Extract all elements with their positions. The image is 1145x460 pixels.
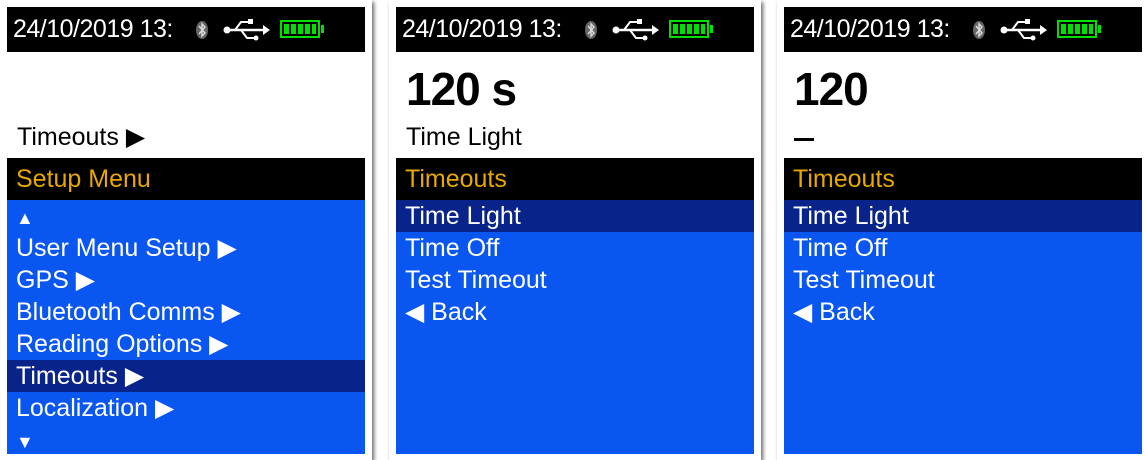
menu-title: Timeouts bbox=[396, 158, 754, 200]
usb-icon bbox=[612, 19, 659, 41]
device-screen-timeouts-edit: 24/10/2019 13: 120 Timeouts Time Light T… bbox=[777, 0, 1145, 460]
menu-item-time-light[interactable]: Time Light bbox=[396, 200, 754, 232]
menu-list: Time Light Time Off Test Timeout ◀ Back bbox=[396, 200, 754, 454]
menu-item-timeouts[interactable]: Timeouts ▶ bbox=[7, 360, 365, 392]
menu-item-time-light[interactable]: Time Light bbox=[784, 200, 1142, 232]
bluetooth-icon bbox=[585, 21, 597, 39]
value-display: Timeouts ▶ bbox=[7, 52, 365, 158]
status-bar: 24/10/2019 13: bbox=[784, 7, 1142, 52]
screen: 24/10/2019 13: 120 s Time Light Timeouts bbox=[396, 7, 754, 454]
status-bar: 24/10/2019 13: bbox=[396, 7, 754, 52]
menu-item-gps[interactable]: GPS ▶ bbox=[7, 264, 365, 296]
screen: 24/10/2019 13: Timeouts ▶ Setup Menu ▲ U… bbox=[7, 7, 365, 454]
device-screen-timeouts: 24/10/2019 13: 120 s Time Light Timeouts bbox=[389, 0, 761, 460]
datetime: 24/10/2019 13: bbox=[402, 15, 562, 43]
usb-icon bbox=[223, 19, 270, 41]
menu-item-test-timeout[interactable]: Test Timeout bbox=[396, 264, 754, 296]
scroll-down-icon[interactable]: ▼ bbox=[7, 424, 365, 454]
menu-list: Time Light Time Off Test Timeout ◀ Back bbox=[784, 200, 1142, 454]
display-value: 120 s bbox=[406, 63, 517, 115]
device-screen-setup-menu: 24/10/2019 13: Timeouts ▶ Setup Menu ▲ U… bbox=[0, 0, 372, 460]
menu-item-bluetooth-comms[interactable]: Bluetooth Comms ▶ bbox=[7, 296, 365, 328]
display-label: Timeouts ▶ bbox=[17, 123, 146, 151]
menu-item-user-menu-setup[interactable]: User Menu Setup ▶ bbox=[7, 232, 365, 264]
menu-item-reading-options[interactable]: Reading Options ▶ bbox=[7, 328, 365, 360]
battery-icon bbox=[1057, 20, 1101, 38]
value-display: 120 s Time Light bbox=[396, 52, 754, 158]
battery-icon bbox=[669, 20, 713, 38]
menu-list: ▲ User Menu Setup ▶ GPS ▶ Bluetooth Comm… bbox=[7, 200, 365, 454]
status-bar: 24/10/2019 13: bbox=[7, 7, 365, 52]
menu-item-time-off[interactable]: Time Off bbox=[396, 232, 754, 264]
bluetooth-icon bbox=[196, 21, 208, 39]
menu-item-localization[interactable]: Localization ▶ bbox=[7, 392, 365, 424]
scroll-up-icon[interactable]: ▲ bbox=[7, 200, 365, 232]
edit-cursor bbox=[794, 138, 814, 141]
menu-item-back[interactable]: ◀ Back bbox=[784, 296, 1142, 328]
usb-icon bbox=[1000, 19, 1047, 41]
value-display: 120 bbox=[784, 52, 1142, 158]
battery-icon bbox=[280, 20, 324, 38]
datetime: 24/10/2019 13: bbox=[13, 15, 173, 43]
screen: 24/10/2019 13: 120 Timeouts Time Light T… bbox=[784, 7, 1142, 454]
edit-value[interactable]: 120 bbox=[794, 62, 869, 116]
menu-title: Setup Menu bbox=[7, 158, 365, 200]
menu-title: Timeouts bbox=[784, 158, 1142, 200]
menu-item-time-off[interactable]: Time Off bbox=[784, 232, 1142, 264]
menu-item-back[interactable]: ◀ Back bbox=[396, 296, 754, 328]
menu-item-test-timeout[interactable]: Test Timeout bbox=[784, 264, 1142, 296]
display-label: Time Light bbox=[406, 123, 522, 151]
datetime: 24/10/2019 13: bbox=[790, 15, 950, 43]
bluetooth-icon bbox=[973, 21, 985, 39]
